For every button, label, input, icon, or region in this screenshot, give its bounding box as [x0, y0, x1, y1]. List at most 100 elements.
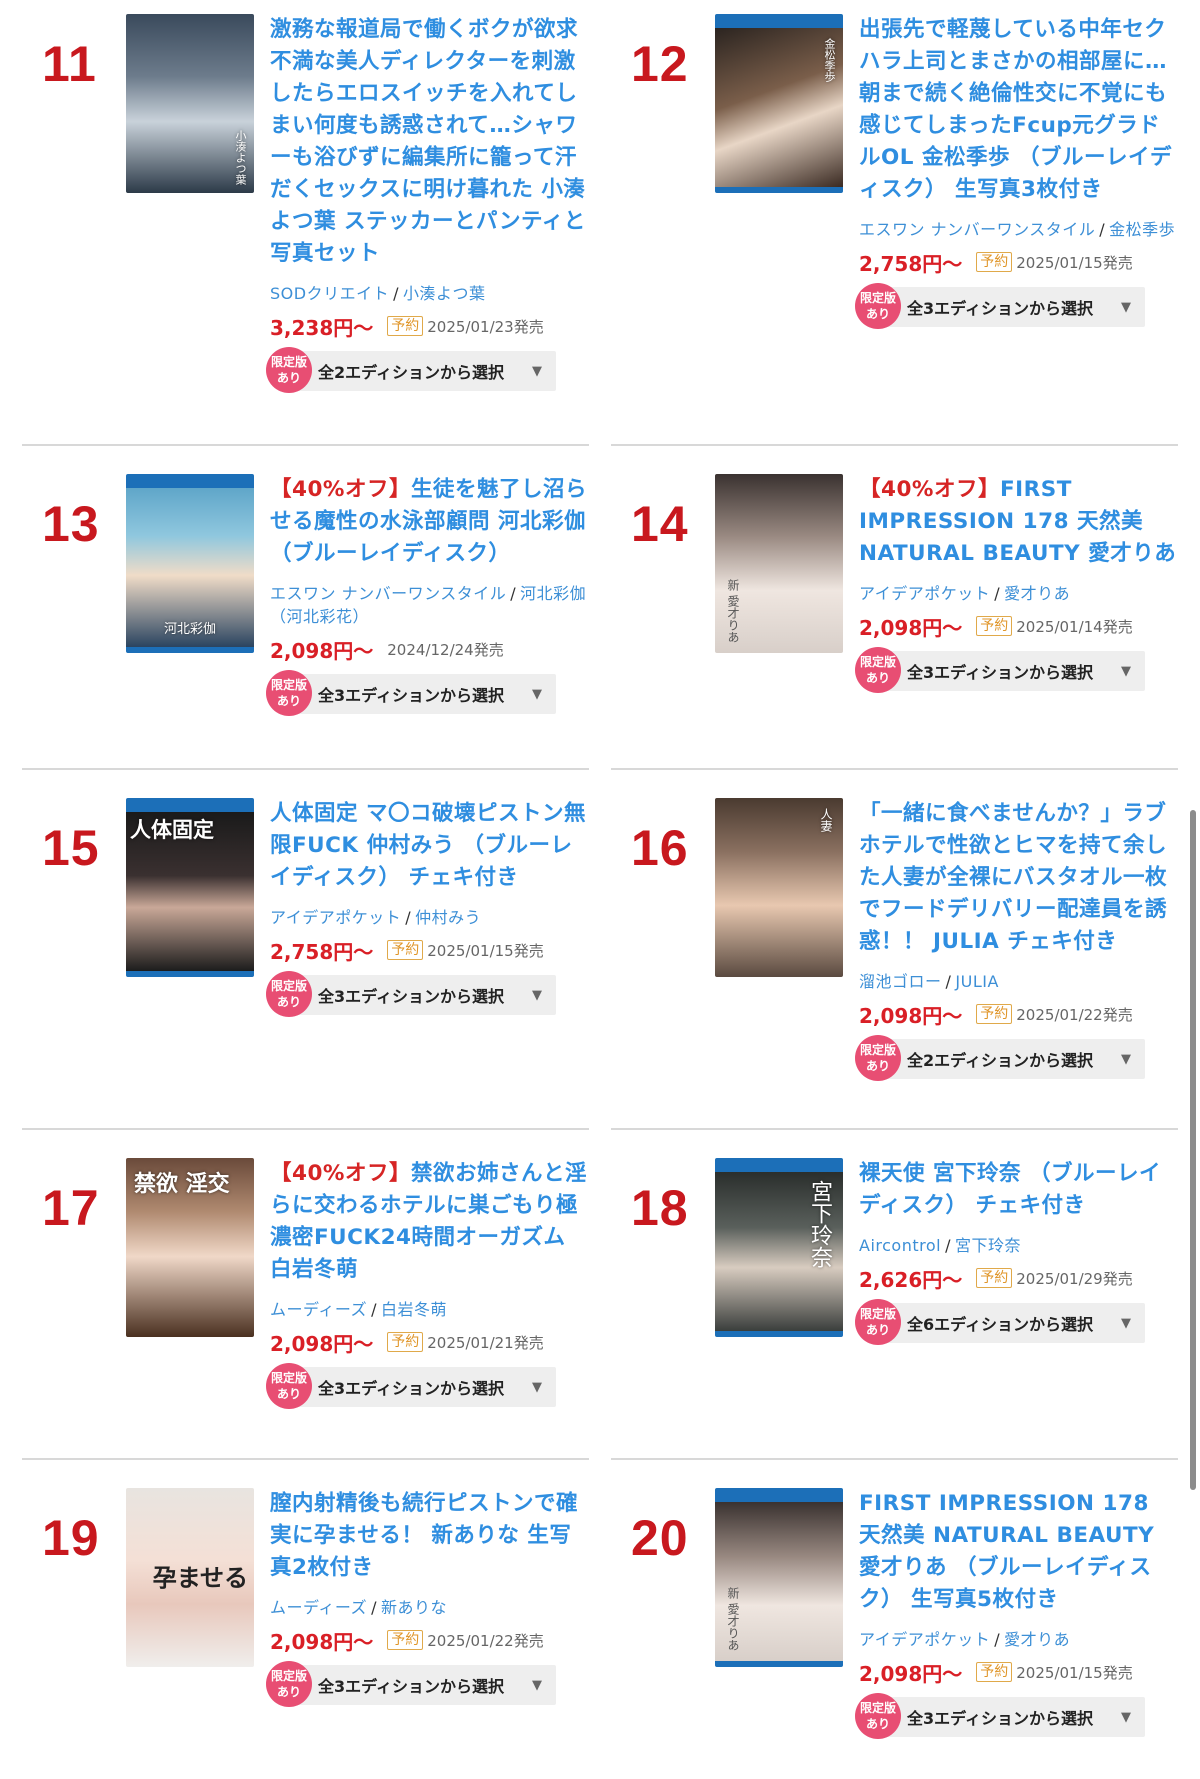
rank-number: 16 [631, 820, 689, 876]
limited-edition-badge: 限定版 あり [266, 1363, 312, 1409]
rank-number: 17 [42, 1180, 100, 1236]
release-date: 2025/01/23発売 [427, 317, 544, 336]
price: 2,626円〜 [859, 1267, 963, 1292]
caret-down-icon: ▼ [1121, 1316, 1131, 1331]
product-title-link[interactable]: 人体固定 マ〇コ破壊ピストン無限FUCK 仲村みう （ブルーレイディスク） チェ… [270, 798, 589, 894]
release-date: 2025/01/21発売 [427, 1333, 544, 1352]
product-cover-image[interactable]: ◉ 金松季歩 [715, 14, 843, 193]
maker-link[interactable]: ムーディーズ [270, 1300, 367, 1319]
row-divider [22, 1458, 589, 1460]
performer-link[interactable]: 仲村みう [415, 908, 481, 927]
bluray-logo-icon: ◉ [185, 799, 195, 810]
product-title-link[interactable]: 【40%オフ】生徒を魅了し沼らせる魔性の水泳部顧問 河北彩伽（ブルーレイディスク… [270, 474, 589, 570]
edition-select[interactable]: 全6エディションから選択 ▼ [881, 1303, 1145, 1343]
performer-link[interactable]: 新ありな [381, 1598, 447, 1617]
bluray-logo-icon: ◉ [774, 15, 784, 26]
edition-select[interactable]: 全3エディションから選択 ▼ [292, 1367, 556, 1407]
maker-link[interactable]: ムーディーズ [270, 1598, 367, 1617]
product-cover-image[interactable]: 孕ませる [126, 1488, 254, 1667]
cover-title-text: 禁欲 淫交 [134, 1171, 230, 1197]
rank-number: 12 [631, 36, 689, 92]
edition-select[interactable]: 全3エディションから選択 ▼ [292, 975, 556, 1015]
product-title-link[interactable]: 【40%オフ】FIRST IMPRESSION 178 天然美 NATURAL … [859, 474, 1178, 570]
performer-link[interactable]: 金松季歩 [1109, 220, 1175, 239]
row-divider [22, 1128, 589, 1130]
bluray-logo-icon: ◉ [774, 1489, 784, 1500]
product-title-link[interactable]: FIRST IMPRESSION 178 天然美 NATURAL BEAUTY … [859, 1488, 1178, 1616]
product-title-link[interactable]: 膣内射精後も続行ピストンで確実に孕ませる！ 新ありな 生写真2枚付き [270, 1488, 589, 1584]
release-date: 2025/01/22発売 [427, 1631, 544, 1650]
cover-title-text: 人妻 [819, 808, 833, 832]
product-title-link[interactable]: 「一緒に食べませんか？」ラブホテルで性欲とヒマを持て余した人妻が全裸にバスタオル… [859, 798, 1178, 958]
maker-link[interactable]: アイデアポケット [270, 908, 401, 927]
reserve-badge: 予約 [976, 616, 1013, 636]
rank-number: 11 [42, 36, 97, 92]
release-date: 2025/01/15発売 [427, 941, 544, 960]
maker-link[interactable]: アイデアポケット [859, 1630, 990, 1649]
scrollbar-thumb[interactable] [1190, 810, 1196, 1490]
row-divider [611, 444, 1178, 446]
bluray-logo-icon: ◉ [774, 1159, 784, 1170]
product-cover-image[interactable]: 禁欲 淫交 [126, 1158, 254, 1337]
maker-link[interactable]: Aircontrol [859, 1236, 941, 1255]
product-title-link[interactable]: 激務な報道局で働くボクが欲求不満な美人ディレクターを刺激したらエロスイッチを入れ… [270, 14, 589, 270]
bluray-logo-icon: ◉ [185, 475, 195, 486]
product-title-link[interactable]: 出張先で軽蔑している中年セクハラ上司とまさかの相部屋に…朝まで続く絶倫性交に不覚… [859, 14, 1178, 206]
maker-link[interactable]: エスワン ナンバーワンスタイル [270, 584, 506, 603]
edition-select[interactable]: 全3エディションから選択 ▼ [292, 1665, 556, 1705]
edition-select[interactable]: 全3エディションから選択 ▼ [881, 651, 1145, 691]
maker-link[interactable]: 溜池ゴロー [859, 972, 942, 991]
reserve-badge: 予約 [387, 316, 424, 336]
cover-title-text: 孕ませる [152, 1563, 248, 1592]
cover-title-text: 宮下玲奈 [807, 1180, 832, 1268]
reserve-badge: 予約 [387, 1630, 424, 1650]
product-cover-image[interactable]: 新 愛才りあ [715, 474, 843, 653]
limited-edition-badge: 限定版 あり [266, 1661, 312, 1707]
product-title-link[interactable]: 裸天使 宮下玲奈 （ブルーレイディスク） チェキ付き [859, 1158, 1178, 1222]
maker-link[interactable]: エスワン ナンバーワンスタイル [859, 220, 1095, 239]
price: 2,098円〜 [859, 1003, 963, 1028]
edition-select[interactable]: 全3エディションから選択 ▼ [292, 674, 556, 714]
caret-down-icon: ▼ [1121, 664, 1131, 679]
price: 2,758円〜 [859, 251, 963, 276]
performer-link[interactable]: 愛才りあ [1004, 584, 1070, 603]
performer-link[interactable]: 小湊よつ葉 [403, 284, 486, 303]
caret-down-icon: ▼ [1121, 1710, 1131, 1725]
performer-link[interactable]: 白岩冬萌 [381, 1300, 447, 1319]
row-divider [22, 768, 589, 770]
price: 2,098円〜 [270, 1629, 374, 1654]
performer-link[interactable]: 宮下玲奈 [955, 1236, 1021, 1255]
product-cover-image[interactable]: ◉ 新 愛才りあ [715, 1488, 843, 1667]
product-cover-image[interactable]: ◉ 人体固定 [126, 798, 254, 977]
performer-link[interactable]: JULIA [955, 972, 999, 991]
release-date: 2025/01/14発売 [1016, 617, 1133, 636]
release-date: 2025/01/15発売 [1016, 1663, 1133, 1682]
limited-edition-badge: 限定版 あり [266, 347, 312, 393]
product-title-link[interactable]: 【40%オフ】禁欲お姉さんと淫らに交わるホテルに巣ごもり極濃密FUCK24時間オ… [270, 1158, 589, 1286]
price: 2,098円〜 [270, 1331, 374, 1356]
reserve-badge: 予約 [387, 940, 424, 960]
maker-link[interactable]: SODクリエイト [270, 284, 389, 303]
rank-number: 14 [631, 496, 689, 552]
edition-select[interactable]: 全3エディションから選択 ▼ [881, 1697, 1145, 1737]
caret-down-icon: ▼ [1121, 1052, 1131, 1067]
cover-title-text: 新 愛才りあ [726, 1587, 740, 1651]
limited-edition-badge: 限定版 あり [855, 283, 901, 329]
release-date: 2024/12/24発売 [387, 640, 504, 659]
product-cover-image[interactable]: 小湊よつ葉 [126, 14, 254, 193]
release-date: 2025/01/29発売 [1016, 1269, 1133, 1288]
maker-link[interactable]: アイデアポケット [859, 584, 990, 603]
cover-title-text: 新 愛才りあ [726, 579, 740, 643]
row-divider [22, 444, 589, 446]
product-cover-image[interactable]: ◉ 河北彩伽 [126, 474, 254, 653]
product-cover-image[interactable]: 人妻 [715, 798, 843, 977]
performer-link[interactable]: 愛才りあ [1004, 1630, 1070, 1649]
edition-select[interactable]: 全2エディションから選択 ▼ [881, 1039, 1145, 1079]
edition-select[interactable]: 全3エディションから選択 ▼ [881, 287, 1145, 327]
cover-title-text: 小湊よつ葉 [234, 130, 247, 185]
reserve-badge: 予約 [976, 252, 1013, 272]
edition-select[interactable]: 全2エディションから選択 ▼ [292, 351, 556, 391]
product-cover-image[interactable]: ◉ 宮下玲奈 [715, 1158, 843, 1337]
limited-edition-badge: 限定版 あり [855, 1693, 901, 1739]
reserve-badge: 予約 [387, 1332, 424, 1352]
